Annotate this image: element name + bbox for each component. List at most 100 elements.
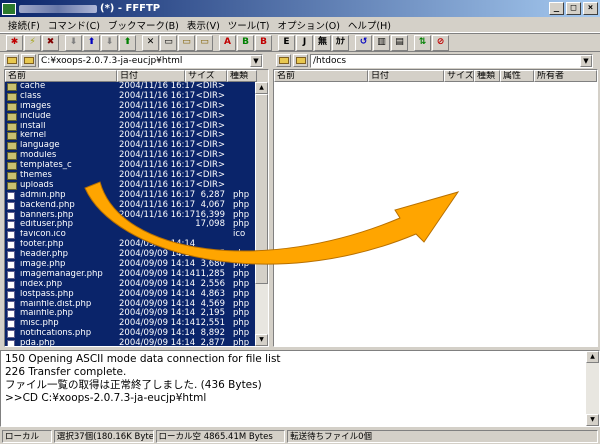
table-row[interactable]: edituser.php 17,098 php [5, 220, 268, 231]
file-type [227, 112, 255, 122]
file-name-cell: themes [5, 171, 117, 181]
col-name[interactable]: 名前 [274, 70, 368, 82]
sync-button[interactable]: ⇅ [414, 34, 431, 51]
upload-button[interactable]: ⬆ [83, 34, 100, 51]
table-row[interactable]: banners.php 2004/11/16 16:17 16,399 php [5, 210, 268, 221]
rename-button[interactable]: ▭ [160, 34, 177, 51]
transfer-binary-button[interactable]: B [237, 34, 254, 51]
file-name-cell: index.php [5, 280, 117, 290]
local-path-input[interactable]: C:¥xoops-2.0.7.3-ja-eucjp¥html ▼ [38, 53, 263, 68]
disconnect-button[interactable]: ✖ [42, 34, 59, 51]
local-path-text: C:¥xoops-2.0.7.3-ja-eucjp¥html [41, 55, 183, 66]
minimize-button[interactable]: _ [549, 2, 564, 15]
table-row[interactable]: pda.php 2004/09/09 14:14 2,877 php [5, 338, 268, 347]
transfer-auto-button[interactable]: A [219, 34, 236, 51]
folder-icon [7, 142, 17, 151]
local-folder-up-button[interactable] [4, 54, 19, 67]
menu-item[interactable]: ツール(T) [224, 18, 274, 32]
kanji-jis-icon: J [302, 37, 307, 47]
delete-button[interactable]: ✕ [142, 34, 159, 51]
menu-item[interactable]: 表示(V) [183, 18, 224, 32]
folder-icon [7, 82, 17, 91]
redacted-host [19, 4, 97, 13]
file-type [227, 92, 255, 102]
transfer-ascii-icon: B [260, 37, 267, 47]
refresh-button[interactable]: ↺ [355, 34, 372, 51]
col-attr[interactable]: 属性 [500, 70, 534, 82]
download-button[interactable]: ⬇ [65, 34, 82, 51]
file-size: 2,877 [200, 338, 225, 347]
kana-convert-button[interactable]: ｶﾅ [332, 34, 349, 51]
scroll-thumb[interactable] [255, 94, 268, 284]
quick-connect-button[interactable]: ⚡ [24, 34, 41, 51]
remote-file-list[interactable]: 名前 日付 サイズ 種類 属性 所有者 [273, 69, 598, 347]
file-name-cell: backend.php [5, 201, 117, 211]
file-name-cell: images [5, 102, 117, 112]
file-name-cell: install [5, 122, 117, 132]
scroll-up-arrow[interactable]: ▲ [255, 82, 268, 94]
col-size[interactable]: サイズ [444, 70, 474, 82]
file-icon [7, 300, 15, 309]
file-name: banners.php [20, 210, 74, 220]
col-name[interactable]: 名前 [5, 70, 117, 82]
folder-icon [7, 152, 17, 161]
detail-view-icon: ▤ [395, 37, 404, 47]
file-name: uploads [20, 180, 54, 190]
file-name: edituser.php [20, 220, 73, 230]
chevron-down-icon[interactable]: ▼ [580, 54, 592, 67]
log-scrollbar[interactable]: ▲ ▼ [586, 351, 599, 426]
remote-path-input[interactable]: /htdocs ▼ [310, 53, 593, 68]
transfer-ascii-button[interactable]: B [255, 34, 272, 51]
mkdir-button[interactable]: ▭ [178, 34, 195, 51]
refresh-icon: ↺ [359, 37, 368, 47]
file-name: favicon.ico [20, 230, 66, 240]
file-name-cell: cache [5, 82, 117, 92]
chevron-down-icon[interactable]: ▼ [250, 54, 262, 67]
kanji-jis-button[interactable]: J [296, 34, 313, 51]
app-icon[interactable] [2, 2, 16, 15]
remote-folder-open-button[interactable] [293, 54, 308, 67]
scroll-up-arrow[interactable]: ▲ [586, 351, 599, 363]
local-scrollbar[interactable]: ▲ ▼ [255, 82, 268, 346]
kanji-none-button[interactable]: 無 [314, 34, 331, 51]
close-button[interactable]: × [583, 2, 598, 15]
menu-item[interactable]: 接続(F) [4, 18, 44, 32]
scroll-down-arrow[interactable]: ▼ [255, 334, 268, 346]
file-icon [7, 221, 15, 230]
remote-folder-up-button[interactable] [276, 54, 291, 67]
title-bar[interactable]: (*) - FFFTP _ □ × [0, 0, 600, 17]
local-folder-open-button[interactable] [21, 54, 36, 67]
menu-item[interactable]: コマンド(C) [44, 18, 104, 32]
file-name: header.php [20, 250, 69, 260]
detail-view-button[interactable]: ▤ [391, 34, 408, 51]
file-type [227, 102, 255, 112]
local-rows: cache 2004/11/16 16:17 <DIR> class 2004/11/1… [5, 81, 268, 347]
file-type [227, 171, 255, 181]
col-type[interactable]: 種類 [474, 70, 500, 82]
file-name: language [20, 141, 60, 151]
menu-item[interactable]: ヘルプ(H) [344, 18, 395, 32]
col-owner[interactable]: 所有者 [534, 70, 597, 82]
kana-convert-icon: ｶﾅ [335, 37, 345, 47]
abort-button[interactable]: ⊘ [432, 34, 449, 51]
download-name-button[interactable]: ⬇ [101, 34, 118, 51]
maximize-button[interactable]: □ [566, 2, 581, 15]
file-name-cell: kernel [5, 131, 117, 141]
upload-icon: ⬆ [87, 37, 96, 47]
list-view-button[interactable]: ▥ [373, 34, 390, 51]
log-output[interactable]: 150 Opening ASCII mode data connection f… [0, 350, 600, 427]
col-date[interactable]: 日付 [368, 70, 444, 82]
menu-item[interactable]: オプション(O) [274, 18, 344, 32]
parent-dir-button[interactable]: ▭ [196, 34, 213, 51]
menu-item[interactable]: ブックマーク(B) [104, 18, 183, 32]
local-file-list[interactable]: 名前 日付 サイズ 種類 cache 2004/11/16 16:17 <DIR> c… [4, 69, 269, 347]
rename-icon: ▭ [164, 37, 173, 47]
col-type[interactable]: 種類 [227, 70, 257, 82]
connect-button[interactable]: ✱ [6, 34, 23, 51]
kanji-euc-button[interactable]: E [278, 34, 295, 51]
quick-connect-icon: ⚡ [29, 37, 36, 47]
scroll-down-arrow[interactable]: ▼ [586, 414, 599, 426]
upload-name-button[interactable]: ⬆ [119, 34, 136, 51]
folder-open-icon [295, 57, 306, 64]
file-name: index.php [20, 279, 63, 289]
